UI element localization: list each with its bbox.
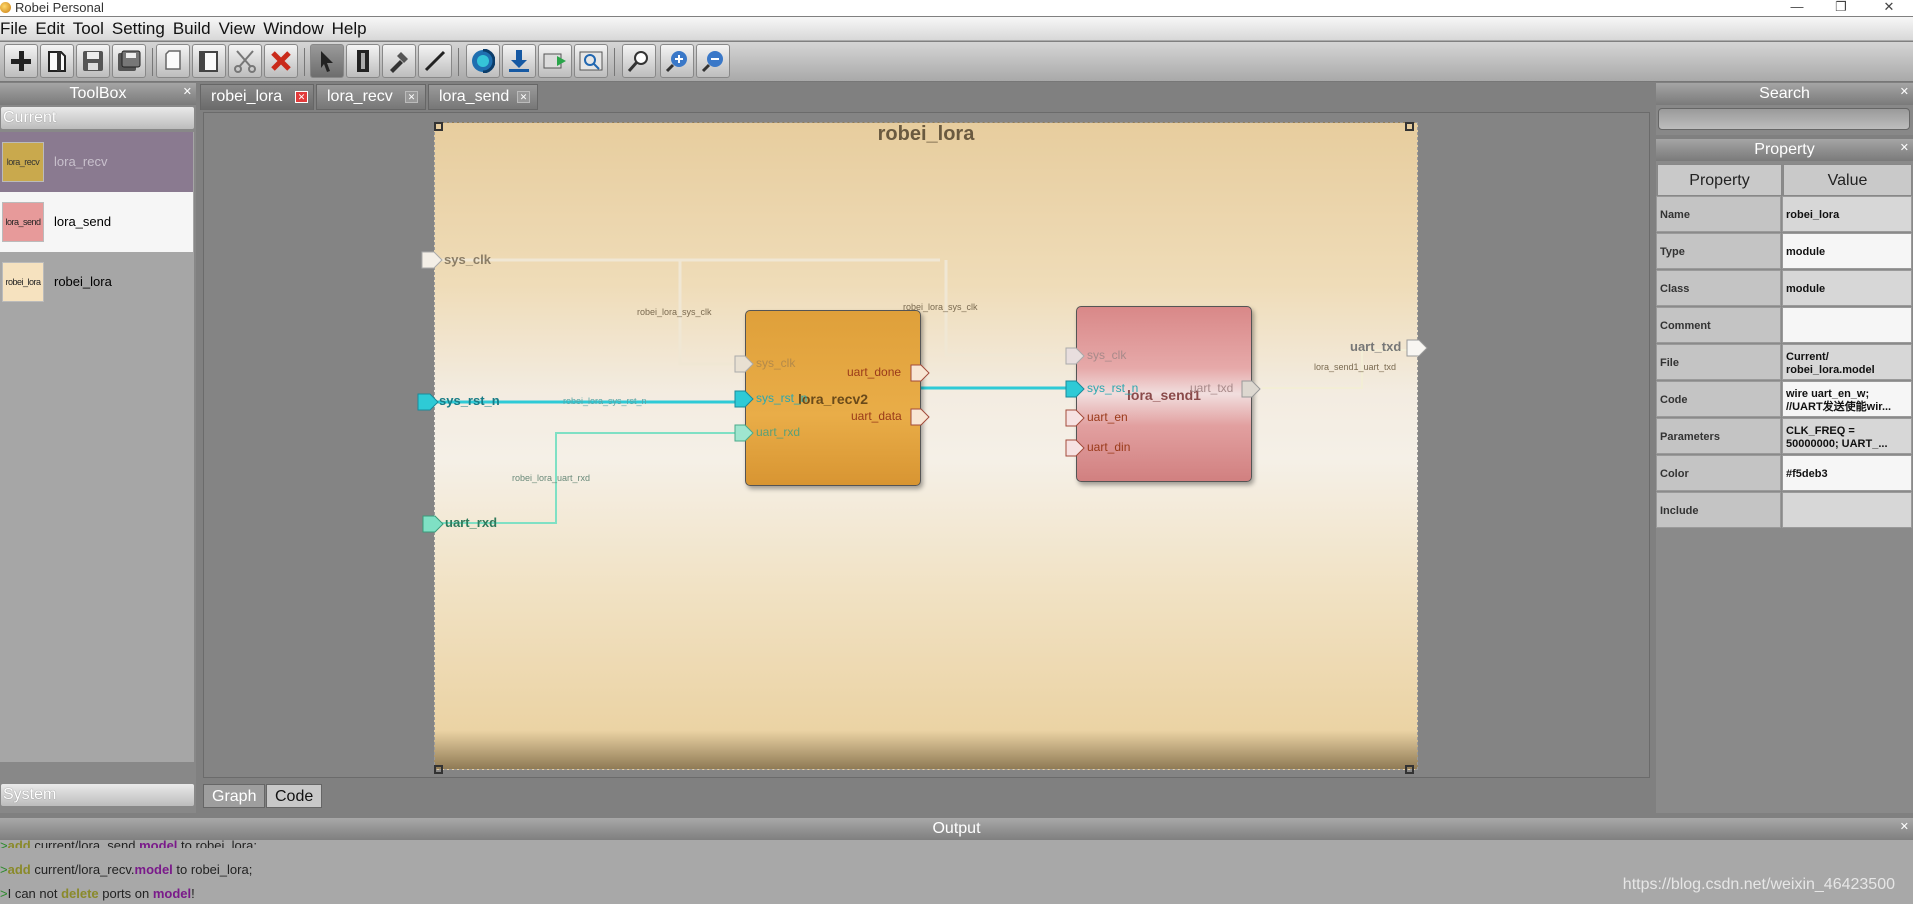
search-panel: Search ✕ — [1656, 83, 1913, 135]
property-value[interactable]: CLK_FREQ = 50000000; UART_... — [1782, 418, 1912, 454]
column-header-value[interactable]: Value — [1783, 164, 1912, 196]
port-sys-clk-icon[interactable] — [420, 250, 444, 270]
recv-port-uart-done-label: uart_done — [847, 365, 902, 379]
port-sys-rst-n-label: sys_rst_n — [439, 393, 500, 408]
property-close-icon[interactable]: ✕ — [1900, 142, 1909, 154]
port-uart-rxd-icon[interactable] — [421, 514, 445, 534]
port-sys-clk-label: sys_clk — [444, 252, 491, 267]
recv-port-uart-rxd-label: uart_rxd — [756, 425, 801, 439]
property-value[interactable] — [1782, 492, 1912, 528]
property-value[interactable]: module — [1782, 270, 1912, 306]
output-header: Output ✕ — [0, 818, 1913, 840]
property-key: Parameters — [1656, 418, 1781, 454]
search-close-icon[interactable]: ✕ — [1900, 86, 1909, 98]
recv-port-sys-rst-n-label: sys_rst_n — [756, 391, 808, 405]
search-header: Search ✕ — [1656, 83, 1913, 105]
property-row-include[interactable]: Include — [1656, 492, 1912, 529]
send-port-uart-en-label: uart_en — [1087, 410, 1128, 424]
wires-layer — [436, 258, 1410, 524]
search-input[interactable] — [1658, 108, 1910, 130]
property-key: File — [1656, 344, 1781, 380]
output-line: >I can not delete ports on model! — [0, 886, 195, 901]
recv-port-sys-rst-n-icon[interactable] — [734, 390, 756, 408]
property-header: Property ✕ — [1656, 139, 1913, 161]
output-panel: Output ✕ >add current/lora_send.model to … — [0, 818, 1913, 904]
recv-port-uart-rxd-icon[interactable] — [734, 424, 756, 442]
property-value[interactable]: module — [1782, 233, 1912, 269]
property-key: Comment — [1656, 307, 1781, 343]
property-row-comment[interactable]: Comment — [1656, 307, 1912, 344]
port-uart-txd-label: uart_txd — [1350, 339, 1402, 354]
recv-port-uart-data-icon[interactable] — [910, 408, 932, 426]
search-title: Search — [1759, 85, 1810, 102]
send-port-uart-txd-label: uart_txd — [1190, 381, 1234, 395]
tab-code[interactable]: Code — [266, 784, 322, 808]
port-uart-txd-icon[interactable] — [1405, 338, 1429, 358]
recv-port-uart-done-icon[interactable] — [910, 364, 932, 382]
send-port-sys-rst-n-icon[interactable] — [1065, 380, 1087, 398]
property-value[interactable]: Current/ robei_lora.model — [1782, 344, 1912, 380]
output-close-icon[interactable]: ✕ — [1900, 821, 1909, 833]
output-line: >add current/lora_send.model to robei_lo… — [0, 838, 257, 848]
output-title: Output — [932, 820, 981, 837]
send-port-uart-din-label: uart_din — [1087, 440, 1131, 454]
property-key: Class — [1656, 270, 1781, 306]
wire-label-rxd: robei_lora_uart_rxd — [512, 473, 591, 483]
property-key: Type — [1656, 233, 1781, 269]
recv-port-sys-clk-label: sys_clk — [756, 356, 796, 370]
property-title: Property — [1754, 141, 1815, 158]
wire-label-txd: lora_send1_uart_txd — [1314, 362, 1397, 372]
property-row-file[interactable]: File Current/ robei_lora.model — [1656, 344, 1912, 381]
property-key: Color — [1656, 455, 1781, 491]
property-value[interactable]: robei_lora — [1782, 196, 1912, 232]
property-key: Code — [1656, 381, 1781, 417]
send-port-uart-din-icon[interactable] — [1065, 439, 1087, 457]
send-port-uart-txd-icon[interactable] — [1241, 380, 1263, 398]
property-key: Include — [1656, 492, 1781, 528]
property-row-parameters[interactable]: Parameters CLK_FREQ = 50000000; UART_... — [1656, 418, 1912, 455]
send-port-sys-clk-label: sys_clk — [1087, 348, 1127, 362]
property-key: Name — [1656, 196, 1781, 232]
property-row-code[interactable]: Code wire uart_en_w; //UART发送使能wir... — [1656, 381, 1912, 418]
wire-label-rst: robei_lora_sys_rst_n — [563, 396, 647, 406]
tab-graph[interactable]: Graph — [203, 784, 265, 808]
send-port-sys-clk-icon[interactable] — [1065, 347, 1087, 365]
port-sys-rst-n-icon[interactable] — [416, 392, 440, 412]
block-lora-recv2[interactable]: lora_recv2 sys_clk sys_rst_n uart_rxd ua… — [734, 310, 930, 486]
property-row-color[interactable]: Color #f5deb3 — [1656, 455, 1912, 492]
wire-label-clk1: robei_lora_sys_clk — [637, 307, 712, 317]
property-value[interactable]: wire uart_en_w; //UART发送使能wir... — [1782, 381, 1912, 417]
property-value[interactable] — [1782, 307, 1912, 343]
property-row-class[interactable]: Class module — [1656, 270, 1912, 307]
recv-port-sys-clk-icon[interactable] — [734, 355, 756, 373]
property-value[interactable]: #f5deb3 — [1782, 455, 1912, 491]
block-lora-send1[interactable]: lora_send1 sys_clk sys_rst_n uart_en uar… — [1065, 306, 1261, 482]
recv-port-uart-data-label: uart_data — [851, 409, 902, 423]
output-line: >add current/lora_recv.model to robei_lo… — [0, 862, 253, 877]
port-uart-rxd-label: uart_rxd — [445, 515, 498, 530]
watermark: https://blog.csdn.net/weixin_46423500 — [1622, 876, 1895, 893]
property-row-name[interactable]: Name robei_lora — [1656, 196, 1912, 233]
property-row-type[interactable]: Type module — [1656, 233, 1912, 270]
send-port-uart-en-icon[interactable] — [1065, 409, 1087, 427]
send-port-sys-rst-n-label: sys_rst_n — [1087, 381, 1139, 395]
wire-uart-rxd[interactable] — [440, 432, 741, 524]
column-header-property[interactable]: Property — [1657, 164, 1782, 196]
